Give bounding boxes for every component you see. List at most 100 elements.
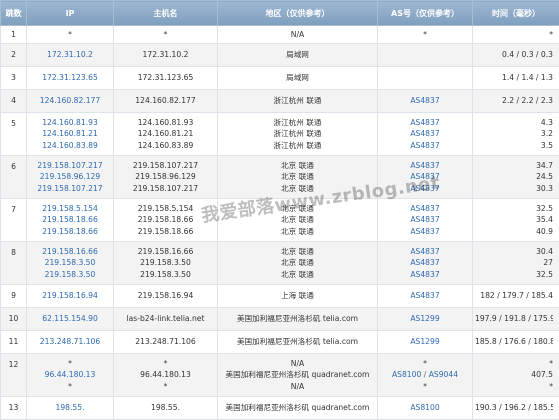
ip-link[interactable]: 219.158.16.94 <box>42 291 98 300</box>
ip-link[interactable]: 219.158.3.50 <box>45 258 96 267</box>
hop-cell: 12 <box>1 354 27 397</box>
hostname-cell: las-b24-link.telia.net <box>114 308 218 331</box>
region-line: N/A <box>220 381 375 392</box>
header-asn: AS号（仅供参考） <box>378 1 473 26</box>
time-line: 3.5 <box>475 140 553 151</box>
asn-link[interactable]: AS4837 <box>410 141 439 150</box>
asn-line <box>380 49 470 60</box>
asn-link[interactable]: AS4837 <box>410 215 439 224</box>
asn-line: AS4837 <box>380 117 470 128</box>
asn-separator: / <box>421 370 428 379</box>
asn-link[interactable]: AS1299 <box>410 337 439 346</box>
ip-link[interactable]: 124.160.81.93 <box>42 118 98 127</box>
hostname-line: 96.44.180.13 <box>116 369 215 380</box>
hostname-line: 124.160.82.177 <box>116 95 215 106</box>
asn-link[interactable]: AS8100 <box>410 403 439 412</box>
hostname-cell: 124.160.82.177 <box>114 90 218 113</box>
ip-line: * <box>29 381 111 392</box>
header-row: 跳数 IP 主机名 地区（仅供参考） AS号（仅供参考） 时间（毫秒） <box>1 1 559 26</box>
asn-link[interactable]: AS4837 <box>410 247 439 256</box>
asn-line: * <box>380 381 470 392</box>
ip-line: 219.158.18.66 <box>29 226 111 237</box>
asn-link[interactable]: AS9044 <box>429 370 458 379</box>
ip-line: 219.158.3.50 <box>29 257 111 268</box>
asn-link[interactable]: AS4837 <box>410 258 439 267</box>
asn-link[interactable]: AS4837 <box>410 129 439 138</box>
time-line: 24.5 <box>475 171 553 182</box>
ip-link[interactable]: 213.248.71.106 <box>40 337 100 346</box>
asn-line: AS1299 <box>380 313 470 324</box>
asn-link[interactable]: AS4837 <box>410 118 439 127</box>
asn-line: AS4837 <box>380 214 470 225</box>
region-line: 北京 联通 <box>220 171 375 182</box>
asn-line: AS4837 <box>380 140 470 151</box>
region-cell: 浙江杭州 联通浙江杭州 联通浙江杭州 联通 <box>218 113 378 156</box>
ip-cell: 219.158.107.217 219.158.96.129 219.158.107… <box>27 156 114 199</box>
asn-link[interactable]: AS4837 <box>410 270 439 279</box>
table-row: 7219.158.5.154219.158.18.66219.158.18.66… <box>1 199 559 242</box>
time-line: 2.2 / 2.2 / 2.3 <box>475 95 553 106</box>
asn-line <box>380 72 470 83</box>
region-cell: N/A <box>218 26 378 44</box>
region-line: 局域网 <box>220 72 375 83</box>
hostname-cell: 219.158.107.217219.158.96.129219.158.107… <box>114 156 218 199</box>
ip-link[interactable]: 219.158.3.50 <box>45 270 96 279</box>
ip-line: 219.158.107.217 <box>29 160 111 171</box>
ip-link[interactable]: 219.158.18.66 <box>42 215 98 224</box>
asn-text: * <box>423 359 427 368</box>
ip-link[interactable]: 219.158.18.66 <box>42 227 98 236</box>
asn-text: * <box>423 30 427 39</box>
asn-line: AS4837 <box>380 257 470 268</box>
asn-link[interactable]: AS4837 <box>410 161 439 170</box>
hostname-cell: 172.31.10.2 <box>114 44 218 67</box>
asn-link[interactable]: AS1299 <box>410 314 439 323</box>
ip-link[interactable]: 124.160.83.89 <box>42 141 98 150</box>
asn-link[interactable]: AS4837 <box>410 227 439 236</box>
region-line: 浙江杭州 联通 <box>220 140 375 151</box>
time-cell: 30.42732.5 <box>473 242 559 285</box>
asn-cell: AS4837 AS4837 AS4837 <box>378 199 473 242</box>
asn-link[interactable]: AS4837 <box>410 184 439 193</box>
header-time: 时间（毫秒） <box>473 1 559 26</box>
ip-link[interactable]: 172.31.10.2 <box>47 50 93 59</box>
asn-link[interactable]: AS4837 <box>410 291 439 300</box>
time-line: 27 <box>475 257 553 268</box>
ip-link[interactable]: 198.55. <box>56 403 85 412</box>
ip-cell: 219.158.5.154 219.158.18.66 219.158.18.66 <box>27 199 114 242</box>
ip-link[interactable]: 124.160.81.21 <box>42 129 98 138</box>
region-cell: 美国加利福尼亚州洛杉矶 telia.com <box>218 308 378 331</box>
hostname-cell: *96.44.180.13* <box>114 354 218 397</box>
ip-link[interactable]: 219.158.107.217 <box>37 161 102 170</box>
hostname-line: 124.160.81.21 <box>116 128 215 139</box>
ip-link[interactable]: 219.158.16.66 <box>42 247 98 256</box>
time-cell: 34.724.530.3 <box>473 156 559 199</box>
asn-cell: AS1299 <box>378 308 473 331</box>
ip-line: 219.158.18.66 <box>29 214 111 225</box>
ip-link[interactable]: 172.31.123.65 <box>42 73 98 82</box>
asn-line: * <box>380 29 470 40</box>
time-cell: *407.5* <box>473 354 559 397</box>
asn-link[interactable]: AS4837 <box>410 96 439 105</box>
ip-link[interactable]: 124.160.82.177 <box>40 96 100 105</box>
asn-link[interactable]: AS4837 <box>410 172 439 181</box>
asn-link[interactable]: AS4837 <box>410 204 439 213</box>
hop-cell: 13 <box>1 397 27 420</box>
ip-link[interactable]: 219.158.96.129 <box>40 172 100 181</box>
ip-line: 62.115.154.90 <box>29 313 111 324</box>
asn-cell: AS4837 <box>378 285 473 308</box>
asn-link[interactable]: AS8100 <box>392 370 421 379</box>
region-cell: 北京 联通北京 联通北京 联通 <box>218 199 378 242</box>
asn-cell: *AS8100 / AS9044* <box>378 354 473 397</box>
asn-cell: AS8100 <box>378 397 473 420</box>
time-cell: 182 / 179.7 / 185.4 <box>473 285 559 308</box>
asn-line: * <box>380 358 470 369</box>
asn-cell: AS4837 AS4837 AS4837 <box>378 113 473 156</box>
ip-cell: 172.31.10.2 <box>27 44 114 67</box>
ip-link[interactable]: 219.158.5.154 <box>42 204 98 213</box>
region-line: 美国加利福尼亚州洛杉矶 quadranet.com <box>220 369 375 380</box>
time-line: 0.4 / 0.3 / 0.3 <box>475 49 553 60</box>
ip-link[interactable]: 62.115.154.90 <box>42 314 98 323</box>
region-line: 美国加利福尼亚州洛杉矶 quadranet.com <box>220 402 375 413</box>
ip-link[interactable]: 96.44.180.13 <box>45 370 96 379</box>
ip-link[interactable]: 219.158.107.217 <box>37 184 102 193</box>
